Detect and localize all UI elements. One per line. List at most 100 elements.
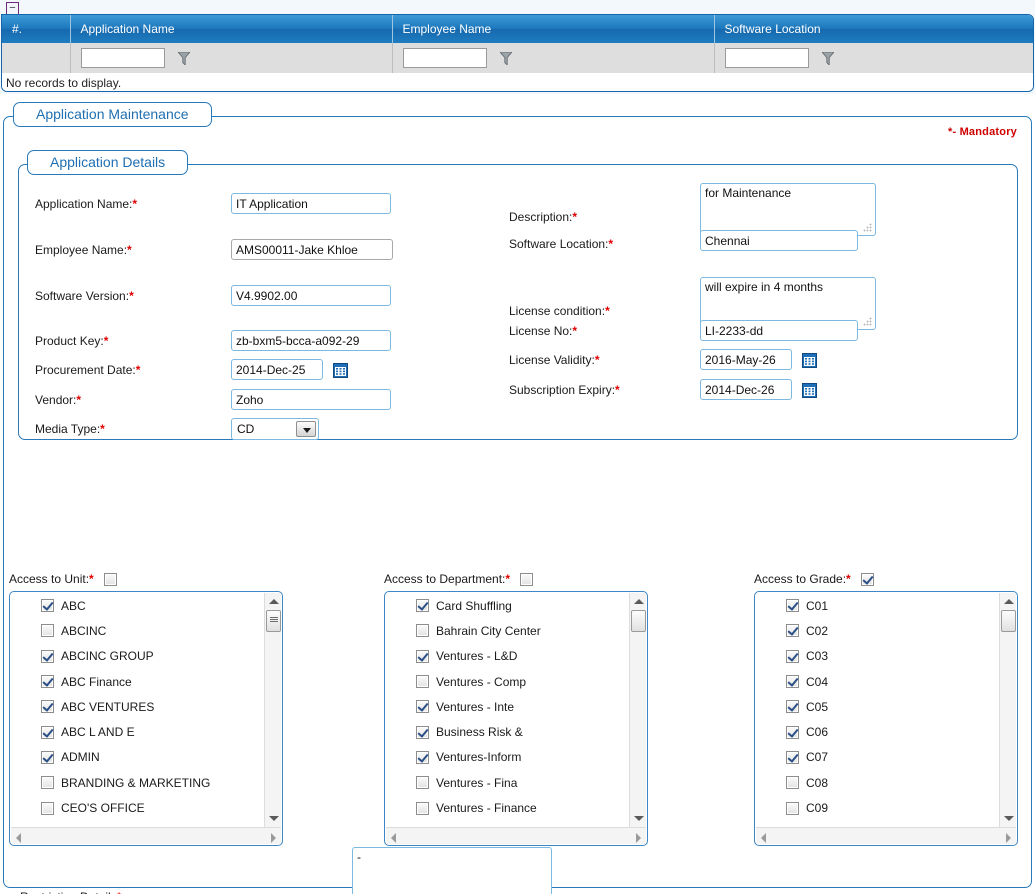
list-item[interactable]: Business Risk & xyxy=(386,719,627,744)
horizontal-scrollbar[interactable] xyxy=(11,827,281,844)
list-item[interactable]: CEO'S OFFICE xyxy=(11,795,262,820)
listbox-access-to-department[interactable]: Card Shuffling Bahrain City Center Ventu… xyxy=(384,591,648,846)
item-checkbox[interactable] xyxy=(41,725,54,739)
scroll-right-icon[interactable] xyxy=(271,833,276,843)
calendar-icon[interactable] xyxy=(333,362,349,378)
item-checkbox[interactable] xyxy=(41,649,54,663)
funnel-icon[interactable] xyxy=(820,51,835,66)
list-item[interactable]: C04 xyxy=(756,669,997,694)
column-header-application-name[interactable]: Application Name xyxy=(70,15,393,43)
item-checkbox[interactable] xyxy=(786,624,799,638)
list-item[interactable]: Ventures - Comp xyxy=(386,669,627,694)
list-item[interactable]: C01 xyxy=(756,593,997,618)
list-item[interactable]: Ventures - L&D xyxy=(386,644,627,669)
item-checkbox[interactable] xyxy=(41,599,54,613)
scroll-left-icon[interactable] xyxy=(391,833,396,843)
scroll-down-icon[interactable] xyxy=(269,816,279,821)
input-product-key[interactable] xyxy=(231,330,391,351)
list-item[interactable]: C07 xyxy=(756,745,997,770)
list-item[interactable]: ABCINC xyxy=(11,618,262,643)
scroll-up-icon[interactable] xyxy=(634,599,644,604)
list-item[interactable]: C09 xyxy=(756,795,997,820)
list-item[interactable]: ABCINC GROUP xyxy=(11,644,262,669)
scroll-left-icon[interactable] xyxy=(761,833,766,843)
input-vendor[interactable] xyxy=(231,389,391,410)
panel-legend-application-details[interactable]: Application Details xyxy=(27,150,189,175)
item-checkbox[interactable] xyxy=(416,624,429,638)
list-item[interactable]: Ventures - Fina xyxy=(386,770,627,795)
column-header-employee-name[interactable]: Employee Name xyxy=(392,15,715,43)
list-item[interactable]: BRANDING & MARKETING xyxy=(11,770,262,795)
input-license-no[interactable] xyxy=(700,320,858,341)
list-item[interactable]: C08 xyxy=(756,770,997,795)
list-item[interactable]: Ventures-Inform xyxy=(386,745,627,770)
item-checkbox[interactable] xyxy=(416,725,429,739)
item-checkbox[interactable] xyxy=(786,675,799,689)
item-checkbox[interactable] xyxy=(41,700,54,714)
input-employee-name[interactable] xyxy=(231,239,393,260)
item-checkbox[interactable] xyxy=(416,675,429,689)
select-all-checkbox-department[interactable] xyxy=(520,573,534,586)
scroll-up-icon[interactable] xyxy=(269,599,279,604)
select-all-checkbox-unit[interactable] xyxy=(104,573,118,586)
list-item[interactable]: ABC VENTURES xyxy=(11,694,262,719)
list-item[interactable]: Ventures - Inte xyxy=(386,694,627,719)
scroll-left-icon[interactable] xyxy=(16,833,21,843)
item-checkbox[interactable] xyxy=(786,725,799,739)
input-subscription-expiry[interactable] xyxy=(700,379,792,400)
item-checkbox[interactable] xyxy=(416,801,429,815)
item-checkbox[interactable] xyxy=(786,801,799,815)
scroll-right-icon[interactable] xyxy=(1006,833,1011,843)
item-checkbox[interactable] xyxy=(416,750,429,764)
list-item[interactable]: ABC L AND E xyxy=(11,719,262,744)
funnel-icon[interactable] xyxy=(176,51,191,66)
input-software-location[interactable] xyxy=(700,230,858,251)
vertical-scrollbar[interactable] xyxy=(629,593,646,827)
list-item[interactable]: Card Shuffling xyxy=(386,593,627,618)
scroll-right-icon[interactable] xyxy=(636,833,641,843)
input-procurement-date[interactable] xyxy=(231,359,323,380)
select-all-checkbox-grade[interactable] xyxy=(861,573,875,586)
filter-input-software-location[interactable] xyxy=(724,48,809,68)
input-license-validity[interactable] xyxy=(700,349,792,370)
filter-input-application-name[interactable] xyxy=(80,48,165,68)
vertical-scrollbar[interactable] xyxy=(264,593,281,827)
list-item[interactable]: C03 xyxy=(756,644,997,669)
calendar-icon[interactable] xyxy=(802,382,818,398)
calendar-icon[interactable] xyxy=(802,352,818,368)
item-checkbox[interactable] xyxy=(786,599,799,613)
item-checkbox[interactable] xyxy=(416,649,429,663)
scrollbar-thumb[interactable] xyxy=(1001,610,1016,632)
scroll-down-icon[interactable] xyxy=(634,816,644,821)
list-item[interactable]: ABC Finance xyxy=(11,669,262,694)
chevron-down-icon[interactable] xyxy=(296,421,316,437)
item-checkbox[interactable] xyxy=(41,776,54,790)
listbox-access-to-unit[interactable]: ABC ABCINC ABCINC GROUP ABC Finance ABC … xyxy=(9,591,283,846)
listbox-access-to-grade[interactable]: C01 C02 C03 C04 C05 C06 C07 C08 C09 xyxy=(754,591,1018,846)
item-checkbox[interactable] xyxy=(786,700,799,714)
column-header-software-location[interactable]: Software Location xyxy=(714,15,1033,43)
item-checkbox[interactable] xyxy=(41,750,54,764)
list-item[interactable]: Ventures - Finance xyxy=(386,795,627,820)
item-checkbox[interactable] xyxy=(41,624,54,638)
filter-input-employee-name[interactable] xyxy=(402,48,487,68)
item-checkbox[interactable] xyxy=(786,750,799,764)
scrollbar-thumb[interactable] xyxy=(266,610,281,632)
vertical-scrollbar[interactable] xyxy=(999,593,1016,827)
horizontal-scrollbar[interactable] xyxy=(756,827,1016,844)
list-item[interactable]: ADMIN xyxy=(11,745,262,770)
scrollbar-thumb[interactable] xyxy=(631,610,646,632)
column-header-index[interactable]: #. xyxy=(2,15,71,43)
item-checkbox[interactable] xyxy=(416,700,429,714)
list-item[interactable]: C05 xyxy=(756,694,997,719)
item-checkbox[interactable] xyxy=(786,776,799,790)
item-checkbox[interactable] xyxy=(416,599,429,613)
list-item[interactable]: C02 xyxy=(756,618,997,643)
scroll-down-icon[interactable] xyxy=(1004,816,1014,821)
item-checkbox[interactable] xyxy=(786,649,799,663)
list-item[interactable]: ABC xyxy=(11,593,262,618)
select-media-type[interactable]: CD xyxy=(231,418,319,440)
input-software-version[interactable] xyxy=(231,285,391,306)
list-item[interactable]: C06 xyxy=(756,719,997,744)
input-application-name[interactable] xyxy=(231,193,391,214)
